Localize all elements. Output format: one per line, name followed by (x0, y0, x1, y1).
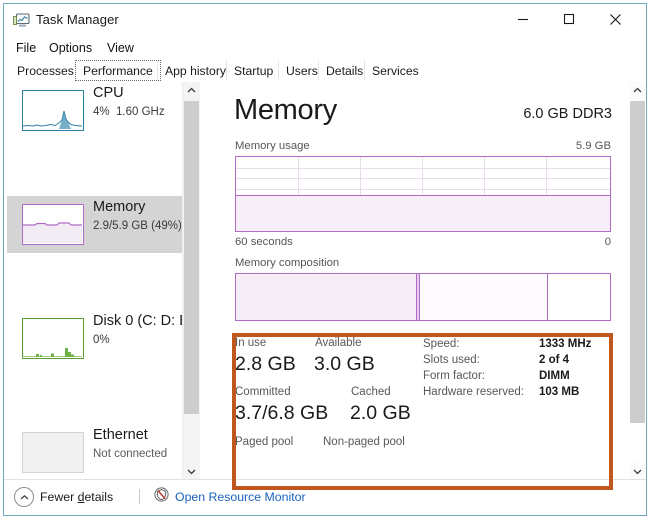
tab-startup[interactable]: Startup (226, 60, 280, 81)
close-button[interactable] (592, 4, 638, 34)
memory-spec-label: 6.0 GB DDR3 (523, 106, 612, 122)
sidebar-item-label-cpu: CPU (93, 85, 124, 101)
memory-statistics: In use 2.8 GB Available 3.0 GB Committed… (235, 337, 611, 462)
menu-item-options[interactable]: Options (45, 40, 96, 56)
open-resource-monitor-link[interactable]: Open Resource Monitor (154, 487, 306, 507)
stat-label-paged-pool: Paged pool (235, 436, 294, 448)
task-manager-window: Task Manager File Options View Processes… (3, 3, 647, 516)
cpu-percent: 4% (93, 106, 110, 118)
task-manager-icon (13, 13, 30, 28)
memory-usage-graph (235, 156, 611, 232)
stat-label-speed: Speed: (423, 338, 460, 350)
memory-usage-max-label: 5.9 GB (575, 140, 611, 152)
menu-bar: File Options View (4, 37, 646, 60)
status-separator (139, 489, 140, 504)
stat-value-slots-used: 2 of 4 (539, 354, 570, 366)
resource-list-sidebar: CPU 4% 1.60 GHz Memory 2.9/5.9 GB (49%) (4, 82, 200, 480)
sidebar-scrollbar[interactable] (182, 82, 200, 480)
sidebar-item-label-memory: Memory (93, 199, 146, 215)
title-bar: Task Manager (4, 4, 646, 37)
stat-value-form-factor: DIMM (539, 370, 570, 382)
tab-details[interactable]: Details (318, 60, 370, 81)
composition-segment-free (547, 274, 610, 320)
main-scrollbar-thumb[interactable] (630, 101, 645, 423)
stat-value-cached: 2.0 GB (350, 402, 411, 424)
stat-value-speed: 1333 MHz (539, 338, 592, 350)
minimize-button[interactable] (500, 4, 546, 34)
maximize-icon (563, 13, 575, 25)
cpu-sparkline (22, 90, 84, 131)
sidebar-scroll-up-button[interactable] (183, 82, 200, 99)
stat-label-available: Available (315, 337, 362, 349)
stat-value-committed: 3.7/6.8 GB (235, 402, 329, 424)
fewer-details-pre: Fewer (40, 490, 78, 504)
main-scroll-up-button[interactable] (629, 82, 646, 99)
tab-processes[interactable]: Processes (10, 60, 81, 81)
tab-strip: Processes Performance App history Startu… (4, 60, 646, 83)
stat-value-in-use: 2.8 GB (235, 353, 296, 375)
shield-icon (154, 487, 169, 507)
sidebar-item-sub-cpu: 4% 1.60 GHz (93, 106, 165, 118)
main-scroll-down-button[interactable] (629, 463, 646, 480)
tab-performance[interactable]: Performance (75, 60, 161, 81)
chevron-up-circle-icon (14, 487, 34, 507)
disk-sparkline (22, 318, 84, 359)
maximize-button[interactable] (546, 4, 592, 34)
stat-label-cached: Cached (351, 386, 391, 398)
memory-composition-bar (235, 273, 611, 321)
page-title: Memory (234, 94, 337, 126)
stat-value-hardware-reserved: 103 MB (539, 386, 580, 398)
fewer-details-button[interactable]: Fewer details (14, 487, 113, 507)
stat-label-in-use: In use (235, 337, 267, 349)
chevron-up-icon (187, 87, 196, 93)
ethernet-sparkline-1 (22, 432, 84, 473)
stat-label-slots-used: Slots used: (423, 354, 480, 366)
tab-app-history[interactable]: App history (157, 60, 233, 81)
tab-services[interactable]: Services (364, 60, 426, 81)
chevron-down-icon (633, 469, 642, 475)
open-resource-monitor-label: Open Resource Monitor (175, 490, 306, 504)
status-bar: Fewer details Open Resource Monitor (4, 479, 646, 515)
sidebar-scrollbar-thumb[interactable] (184, 101, 199, 414)
main-panel-scrollbar[interactable] (629, 82, 646, 480)
sidebar-item-sub-disk0: 0% (93, 334, 110, 346)
composition-segment-standby (420, 274, 548, 320)
memory-usage-fill (236, 195, 610, 231)
fewer-details-label: Fewer details (40, 490, 113, 504)
window-title: Task Manager (36, 12, 119, 27)
cpu-clock: 1.60 GHz (116, 106, 165, 118)
sidebar-item-cpu[interactable]: CPU 4% 1.60 GHz (7, 82, 197, 139)
sidebar-item-sub-ethernet-1: Not connected (93, 448, 168, 460)
composition-segment-in-use (236, 274, 418, 320)
close-icon (609, 13, 621, 25)
content-area: CPU 4% 1.60 GHz Memory 2.9/5.9 GB (49%) (4, 82, 646, 480)
chevron-up-icon (633, 87, 642, 93)
sidebar-item-sub-memory: 2.9/5.9 GB (49%) (93, 220, 182, 232)
stat-label-committed: Committed (235, 386, 291, 398)
memory-composition-caption: Memory composition (235, 257, 340, 269)
sidebar-item-memory[interactable]: Memory 2.9/5.9 GB (49%) (7, 196, 197, 253)
minimize-icon (518, 18, 528, 21)
menu-item-view[interactable]: View (103, 40, 138, 56)
memory-usage-caption: Memory usage (235, 140, 310, 152)
stat-label-hardware-reserved: Hardware reserved: (423, 386, 524, 398)
graph-x-axis-left: 60 seconds (235, 236, 293, 248)
chevron-down-icon (187, 469, 196, 475)
sidebar-item-ethernet-1[interactable]: Ethernet Not connected (7, 424, 197, 480)
memory-detail-panel: Memory 6.0 GB DDR3 Memory usage 5.9 GB 6… (200, 82, 627, 480)
stat-value-available: 3.0 GB (314, 353, 375, 375)
sidebar-item-disk0[interactable]: Disk 0 (C: D: E:) 0% (7, 310, 198, 367)
graph-x-axis-right: 0 (604, 236, 611, 248)
stat-label-form-factor: Form factor: (423, 370, 485, 382)
sidebar-scroll-down-button[interactable] (183, 463, 200, 480)
memory-sparkline (22, 204, 84, 245)
menu-item-file[interactable]: File (12, 40, 40, 56)
stat-label-non-paged-pool: Non-paged pool (323, 436, 405, 448)
fewer-details-post: etails (84, 490, 114, 504)
sidebar-item-label-ethernet-1: Ethernet (93, 427, 148, 443)
